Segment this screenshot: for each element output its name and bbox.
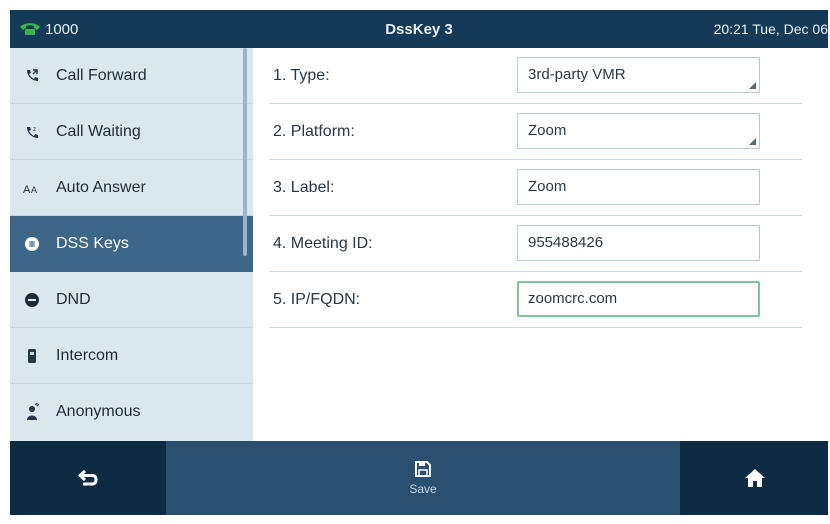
field-value: Zoom [528,122,567,139]
phone-frame: 1000 DssKey 3 20:21 Tue, Dec 06 Call For… [0,0,830,524]
back-button[interactable] [10,441,165,515]
clock: 20:21 Tue, Dec 06 [713,21,828,37]
field-label: 3. Label: [273,179,335,196]
dss-keys-icon [22,234,42,254]
svg-text:A: A [23,184,31,195]
softkey-bar: Save [10,441,828,515]
call-waiting-icon: z [22,122,42,142]
dropdown-corner-icon [749,82,756,89]
auto-answer-icon: AA [22,178,42,198]
call-forward-icon [22,66,42,86]
field-value: 955488426 [528,234,604,251]
ip-fqdn-input[interactable]: zoomcrc.com [517,281,760,317]
sidebar-item-auto-answer[interactable]: AA Auto Answer [10,160,253,216]
form-row-platform: 2. Platform: Zoom [269,104,802,160]
sidebar-item-label: Intercom [56,346,119,364]
type-select[interactable]: 3rd-party VMR [517,57,760,93]
save-icon [415,461,431,477]
anonymous-icon [22,402,42,422]
field-label: 5. IP/FQDN: [273,291,361,308]
field-label: 2. Platform: [273,123,355,140]
form-row-label: 3. Label: Zoom [269,160,802,216]
save-label: Save [409,482,437,496]
platform-select[interactable]: Zoom [517,113,760,149]
svg-text:A: A [31,185,37,195]
sidebar-item-call-waiting[interactable]: z Call Waiting [10,104,253,160]
field-label: 1. Type: [273,67,330,84]
intercom-icon [22,346,42,366]
sidebar-scrollbar[interactable] [243,48,247,256]
dropdown-corner-icon [749,138,756,145]
phone-screen: 1000 DssKey 3 20:21 Tue, Dec 06 Call For… [10,10,828,515]
status-bar: 1000 DssKey 3 20:21 Tue, Dec 06 [10,10,828,48]
sidebar: Call Forward z Call Waiting AA Auto Answ… [10,48,253,441]
sidebar-item-anonymous[interactable]: Anonymous [10,384,253,440]
sidebar-item-label: Call Forward [56,66,147,84]
form-row-type: 1. Type: 3rd-party VMR [269,48,802,104]
meeting-id-input[interactable]: 955488426 [517,225,760,261]
home-button[interactable] [682,441,828,515]
dnd-icon [22,290,42,310]
field-value: 3rd-party VMR [528,66,626,83]
form-row-ip-fqdn: 5. IP/FQDN: zoomcrc.com [269,272,802,328]
save-button[interactable]: Save [166,441,680,515]
sidebar-item-intercom[interactable]: Intercom [10,328,253,384]
sidebar-item-label: Call Waiting [56,122,141,140]
sidebar-item-label: DND [56,290,91,308]
home-icon [745,469,765,487]
sidebar-item-label: Anonymous [56,403,141,420]
sidebar-item-label: Auto Answer [56,178,146,196]
sidebar-item-dnd[interactable]: DND [10,272,253,328]
label-input[interactable]: Zoom [517,169,760,205]
back-arrow-icon [78,469,98,486]
form-row-meeting-id: 4. Meeting ID: 955488426 [269,216,802,272]
dsskey-form: 1. Type: 3rd-party VMR 2. Platform: Zoom… [253,48,828,441]
field-value: Zoom [528,178,567,195]
sidebar-item-label: DSS Keys [56,234,129,252]
sidebar-item-dss-keys[interactable]: DSS Keys [10,216,253,272]
screen-title: DssKey 3 [385,20,453,38]
sidebar-item-call-forward[interactable]: Call Forward [10,48,253,104]
svg-text:z: z [33,127,36,133]
field-label: 4. Meeting ID: [273,235,373,252]
field-value: zoomcrc.com [528,290,618,307]
